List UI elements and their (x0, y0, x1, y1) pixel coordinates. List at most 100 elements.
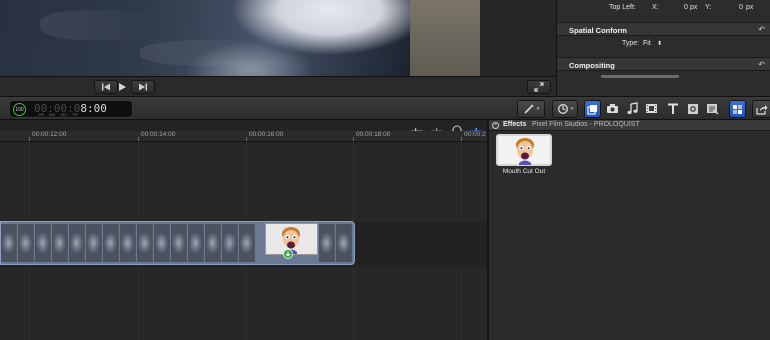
clip-frame (86, 224, 102, 262)
timeline-ruler[interactable]: 00:00:12:00 00:00:14:00 00:00:16:00 00:0… (0, 131, 487, 142)
effects-header: × Effects Pixel Film Studios - PROLOQUIS… (489, 120, 770, 131)
skip-forward-button[interactable] (131, 80, 155, 94)
clip-frame (154, 224, 170, 262)
ruler-tick (461, 137, 462, 141)
magic-wand-icon (523, 103, 536, 116)
timeline: 00:00:12:00 00:00:14:00 00:00:16:00 00:0… (0, 120, 487, 340)
clip-frame (137, 224, 153, 262)
clip-frame (171, 224, 187, 262)
timecode-unit: FR (72, 113, 78, 117)
effect-item[interactable]: Mouth Cut Out (496, 134, 552, 179)
reset-arrow-icon[interactable]: ↶ (758, 60, 765, 69)
video-clip[interactable] (0, 221, 355, 265)
y-unit: px (746, 4, 754, 11)
viewer-controls (0, 76, 556, 96)
ruler-label: 00:00:2 (464, 131, 486, 138)
play-icon (117, 82, 127, 92)
viewer (0, 0, 556, 96)
clip-skimming-icon[interactable] (431, 122, 443, 135)
share-icon (756, 103, 769, 116)
video-preview (0, 0, 480, 76)
clip-appearance-button[interactable] (584, 100, 601, 118)
timecode-unit: MIN (49, 113, 56, 117)
clip-frame (336, 224, 352, 262)
title-text-icon[interactable] (666, 102, 679, 115)
fullscreen-icon (534, 82, 544, 92)
timecode-badge-value: 100 (15, 106, 24, 113)
clip-frame (69, 224, 85, 262)
enhancements-button[interactable]: ▾ (517, 100, 545, 118)
video-texture (40, 10, 160, 40)
compositing-header[interactable]: Compositing ↶ (557, 57, 770, 71)
spatial-conform-title: Spatial Conform (569, 26, 627, 35)
camera-icon[interactable] (606, 102, 619, 115)
effect-item-thumbnail (496, 134, 552, 166)
audio-skimming-icon[interactable] (411, 122, 423, 135)
music-note-icon[interactable] (625, 102, 638, 115)
close-icon[interactable]: × (492, 122, 499, 129)
effect-download-icon[interactable] (283, 249, 293, 259)
ruler-tick (29, 137, 30, 141)
clip-appearance-icon (586, 103, 599, 116)
chevron-down-icon: ▾ (536, 106, 540, 112)
timecode-unit: HR (39, 113, 45, 117)
spatial-conform-header[interactable]: Spatial Conform ↶ (557, 22, 770, 36)
effects-browser-icon (731, 103, 744, 116)
clip-frame (35, 224, 51, 262)
clip-frame (103, 224, 119, 262)
type-value[interactable]: Fit (643, 40, 651, 47)
clip-frame (222, 224, 238, 262)
generator-icon[interactable] (686, 102, 699, 115)
timecode-lit-digits: 8:00 (80, 102, 107, 115)
effect-item-label: Mouth Cut Out (502, 168, 546, 175)
chevron-down-icon: ▾ (570, 106, 574, 112)
clip-frame (52, 224, 68, 262)
select-tool-icon (557, 103, 570, 116)
cartoon-face-image (516, 138, 534, 165)
clip-frame (18, 224, 34, 262)
type-label: Type: (622, 40, 640, 47)
ruler-tick (353, 137, 354, 141)
video-background (410, 0, 480, 76)
compositing-row-partial (557, 73, 770, 79)
effects-title: Effects (503, 121, 527, 128)
fullscreen-button[interactable] (527, 80, 551, 94)
clip-frame (205, 224, 221, 262)
clip-frame (319, 224, 335, 262)
stepper-arrows-icon[interactable]: ⬍ (657, 40, 662, 47)
timeline-controls (0, 120, 487, 135)
ruler-label: 00:00:14:00 (141, 131, 176, 138)
position-row: Top Left: X: 0 px Y: 0 px (557, 4, 770, 14)
effects-browser-button[interactable] (729, 100, 746, 118)
share-button[interactable] (752, 100, 770, 118)
timecode-unit: SEC (60, 113, 68, 117)
select-tool-button[interactable]: ▾ (552, 100, 578, 118)
clip-frame (120, 224, 136, 262)
compositing-title: Compositing (569, 61, 615, 70)
video-texture (140, 40, 300, 66)
type-row: Type: Fit ⬍ (557, 40, 770, 50)
y-value[interactable]: 0 (739, 4, 743, 11)
timecode-units: HR MIN SEC FR (39, 113, 77, 117)
clip-frame (239, 224, 255, 262)
effects-browser: × Effects Pixel Film Studios - PROLOQUIS… (487, 120, 770, 340)
x-value[interactable]: 0 (684, 4, 688, 11)
ruler-tick (246, 137, 247, 141)
timecode-percent-badge: 100 (13, 103, 26, 116)
headphones-icon[interactable] (451, 121, 463, 134)
timecode-display[interactable]: 100 00:00:08:00 HR MIN SEC FR (9, 100, 133, 118)
toolbar: 100 00:00:08:00 HR MIN SEC FR ▾ ▾ (0, 96, 770, 120)
clip-frame (188, 224, 204, 262)
ruler-label: 00:00:18:00 (356, 131, 391, 138)
effects-category-path: Pixel Film Studios - PROLOQUIST (532, 121, 640, 128)
themes-icon[interactable] (706, 102, 719, 115)
snapping-icon[interactable] (470, 122, 482, 135)
film-icon[interactable] (645, 102, 658, 115)
ruler-label: 00:00:12:00 (32, 131, 67, 138)
x-label: X: (652, 4, 659, 11)
y-label: Y: (705, 4, 712, 11)
ruler-label: 00:00:16:00 (249, 131, 284, 138)
reset-arrow-icon[interactable]: ↶ (758, 25, 765, 34)
inspector-panel: Top Left: X: 0 px Y: 0 px Spatial Confor… (556, 0, 770, 96)
position-label: Top Left: (609, 4, 636, 11)
